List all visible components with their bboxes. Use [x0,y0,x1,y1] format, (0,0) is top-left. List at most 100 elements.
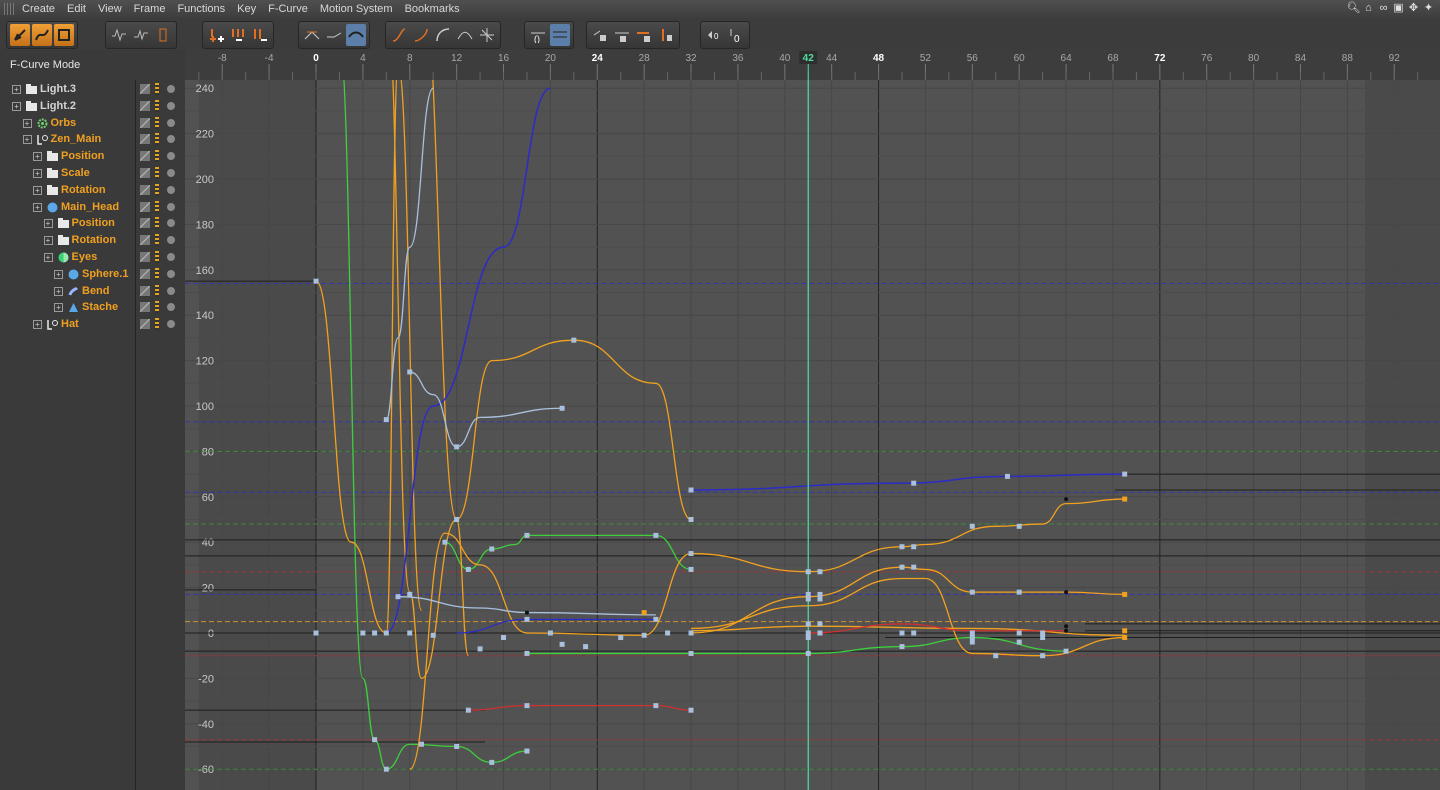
status-dot-icon[interactable] [167,101,175,110]
menu-item-view[interactable]: View [98,3,122,15]
key-frame[interactable] [969,589,975,595]
key-frame[interactable] [454,517,460,522]
break-tangent-icon[interactable] [455,24,475,46]
key-frame[interactable] [899,630,905,636]
ease-in-icon[interactable] [389,24,409,46]
key-frame[interactable] [1040,653,1046,659]
tree-item-main-head[interactable]: + Main_Head [0,199,185,216]
expand-icon[interactable]: + [33,185,42,195]
flat-tangent-icon[interactable] [302,24,322,46]
lock-key-icon[interactable] [590,24,610,46]
key-frame[interactable] [911,544,917,550]
key-frame-selected[interactable] [1122,591,1128,597]
layer-icon[interactable] [155,284,159,297]
key-frame-selected[interactable] [1122,635,1128,641]
key-frame[interactable] [805,621,811,627]
menu-item-bookmarks[interactable]: Bookmarks [405,3,460,15]
key-frame[interactable] [911,564,917,570]
status-dot-icon[interactable] [167,152,175,161]
key-frame[interactable] [688,707,694,713]
key-frame[interactable] [501,635,507,641]
key-frame[interactable] [899,544,905,550]
key-frame[interactable] [817,630,823,636]
expand-icon[interactable]: + [33,202,42,212]
expand-icon[interactable]: + [33,320,42,330]
menu-item-motion-system[interactable]: Motion System [320,3,393,15]
layer-icon[interactable] [155,200,159,213]
expand-icon[interactable]: + [43,236,53,246]
status-dot-icon[interactable] [167,286,175,295]
key-frame-selected[interactable] [641,610,647,616]
key-frame[interactable] [688,517,694,522]
layer-icon[interactable] [155,217,159,230]
key-frame[interactable] [688,487,694,493]
lock-value-icon[interactable] [634,24,654,46]
visibility-switch-icon[interactable] [140,285,150,296]
layer-icon[interactable] [155,318,159,331]
spline-icon[interactable] [477,24,497,46]
lock-tangent-icon[interactable] [612,24,632,46]
key-frame[interactable] [383,417,389,423]
layer-icon[interactable] [155,99,159,112]
key-frame[interactable] [559,641,565,647]
fcurve-graph-svg[interactable]: 240220200180160140120100806040200-20-40-… [185,80,1440,790]
visibility-switch-icon[interactable] [140,151,150,162]
layer-icon[interactable] [155,183,159,196]
status-dot-icon[interactable] [167,135,175,144]
status-dot-icon[interactable] [167,219,175,228]
key-frame[interactable] [559,405,565,411]
ease-out-icon[interactable] [411,24,431,46]
status-dot-icon[interactable] [167,185,175,194]
layer-icon[interactable] [155,267,159,280]
layer-icon[interactable] [155,167,159,179]
curve-view-icon-1[interactable] [109,24,129,46]
visibility-switch-icon[interactable] [140,117,150,128]
zero-length-icon[interactable]: () [528,24,548,46]
key-frame[interactable] [1016,589,1022,595]
expand-icon[interactable]: + [22,135,32,145]
tree-item-light-3[interactable]: + Light.3 [0,81,185,98]
menu-grip-icon[interactable] [4,3,16,15]
move-icon[interactable]: ✥ [1406,1,1421,16]
key-frame[interactable] [618,635,624,641]
visibility-switch-icon[interactable] [140,84,150,94]
visibility-switch-icon[interactable] [140,184,150,195]
key-frame[interactable] [688,630,694,636]
status-dot-icon[interactable] [167,202,175,211]
menu-item-edit[interactable]: Edit [67,3,86,15]
key-frame[interactable] [583,644,589,650]
visibility-switch-icon[interactable] [140,134,150,145]
key-frame[interactable] [430,632,436,638]
key-frame[interactable] [489,546,495,552]
key-frame[interactable] [407,591,413,597]
visibility-switch-icon[interactable] [140,235,150,246]
ease-both-icon[interactable] [433,24,453,46]
visibility-switch-icon[interactable] [140,218,150,229]
key-frame[interactable] [805,569,811,575]
key-frame[interactable] [817,569,823,575]
expand-icon[interactable]: + [43,253,53,262]
tree-item-position[interactable]: + Position [0,215,185,232]
key-frame[interactable] [524,532,530,538]
curve-view-icon-2[interactable] [131,24,151,46]
key-frame[interactable] [477,646,483,652]
expand-icon[interactable]: + [43,219,53,229]
key-frame[interactable] [524,703,530,709]
layer-icon[interactable] [155,234,159,247]
key-frame[interactable] [442,539,448,545]
key-frame[interactable] [407,369,413,375]
key-frame[interactable] [524,616,530,622]
key-frame[interactable] [454,444,460,450]
layer-icon[interactable] [155,251,159,263]
visibility-switch-icon[interactable] [140,201,150,212]
key-frame[interactable] [817,621,823,627]
status-dot-icon[interactable] [167,269,175,278]
key-frame[interactable] [805,650,811,656]
key-frame[interactable] [911,630,917,636]
key-frame[interactable] [665,630,671,636]
expand-icon[interactable]: + [12,101,21,111]
tree-item-stache[interactable]: + Stache [0,299,185,316]
home-icon[interactable]: ⌂ [1361,1,1376,16]
key-frame[interactable] [524,650,530,656]
key-frame[interactable] [1040,635,1046,641]
